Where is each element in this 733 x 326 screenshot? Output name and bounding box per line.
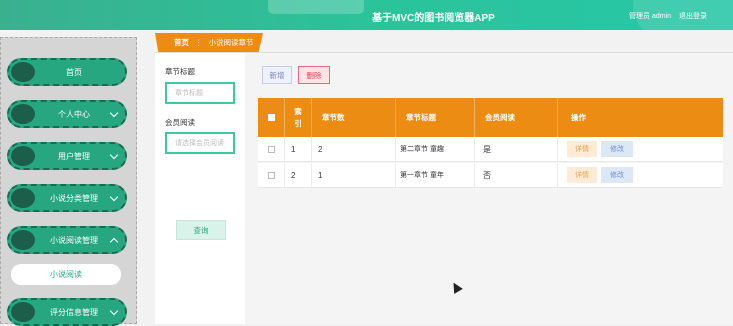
header-actions: 操作 [571,113,586,122]
row-index: 1 [285,137,312,161]
chevron-down-icon [109,150,119,160]
sidebar-item-reading[interactable]: 小说阅读管理 [7,226,127,254]
menu-circle-icon [11,146,35,166]
menu-circle-icon [11,104,35,124]
row-checkbox[interactable] [267,171,275,179]
menu-circle-icon [11,188,35,208]
select-all-checkbox[interactable] [267,114,275,121]
menu-circle-icon [11,302,35,322]
header-member-reading: 会员阅读 [475,98,558,137]
menu-circle-icon [11,62,35,82]
row-actions: 详情 修改 [558,163,723,187]
row-chapter-title: 第二章节 童趣 [396,137,475,161]
chevron-down-icon [109,192,119,202]
sidebar-item-category[interactable]: 小说分类管理 [7,184,127,212]
chapter-title-label: 章节标题 [165,67,195,76]
table-header: 索引 章节数 章节标题 会员阅读 操作 [258,98,723,137]
sidebar-item-home[interactable]: 首页 [7,58,127,86]
breadcrumb-home[interactable]: 首页 [174,37,189,48]
sidebar-item-label: 用户管理 [58,151,90,161]
row-checkbox[interactable] [267,145,275,153]
member-reading-select[interactable]: 请选择会员阅读 [165,132,235,154]
sidebar-item-users[interactable]: 用户管理 [7,142,127,170]
edit-button[interactable]: 修改 [601,141,633,157]
row-chapter-num: 1 [312,163,396,187]
chevron-down-icon [109,306,119,316]
top-bar: 基于MVC的图书阅览器APP 管理员 admin 退出登录 [0,0,733,30]
sidebar-subitem-reading[interactable]: 小说阅读 [11,264,121,285]
sidebar: 首页 个人中心 用户管理 小说分类管理 小说阅读管理 小说阅读 评分信息管理 [0,37,137,326]
logout-link[interactable]: 退出登录 [679,13,707,20]
chapter-title-input[interactable]: 章节标题 [165,82,235,104]
search-panel: 章节标题 章节标题 会员阅读 请选择会员阅读 查询 [155,53,245,324]
header-chapter-num: 章节数 [312,98,396,137]
delete-button[interactable]: 删除 [298,66,330,84]
detail-button[interactable]: 详情 [567,167,597,183]
row-member-reading: 是 [475,137,558,161]
main-content: 新增 删除 索引 章节数 章节标题 会员阅读 操作 1 2 第二章节 童趣 是 … [245,53,733,324]
sidebar-item-label: 小说分类管理 [50,193,98,203]
breadcrumb-separator: ⋮ [195,38,203,47]
edit-button[interactable]: 修改 [601,167,633,183]
add-button[interactable]: 新增 [262,66,292,84]
row-checkbox-cell [258,137,285,161]
row-actions: 详情 修改 [558,137,723,161]
header-index: 索引 [285,98,312,137]
row-member-reading: 否 [475,163,558,187]
sidebar-item-label: 评分信息管理 [50,307,98,317]
sidebar-item-profile[interactable]: 个人中心 [7,100,127,128]
row-index: 2 [285,163,312,187]
query-button[interactable]: 查询 [176,220,226,240]
app-title: 基于MVC的图书阅览器APP [372,13,495,24]
table-row: 1 2 第二章节 童趣 是 详情 修改 [258,137,723,162]
row-chapter-num: 2 [312,137,396,161]
member-reading-label: 会员阅读 [165,118,195,127]
chevron-up-icon [109,237,119,247]
breadcrumb-current: 小说阅读章节 [208,38,254,47]
sidebar-item-label: 首页 [66,67,82,77]
sidebar-item-rating[interactable]: 评分信息管理 [7,298,127,326]
menu-circle-icon [11,230,35,250]
header-chapter-title: 章节标题 [396,98,475,137]
row-chapter-title: 第一章节 童年 [396,163,475,187]
user-role: 管理员 admin [629,13,672,20]
header-checkbox-cell [258,98,285,137]
sidebar-item-label: 小说阅读管理 [50,235,98,245]
top-blur-decoration [268,0,364,14]
table-row: 2 1 第一章节 童年 否 详情 修改 [258,163,723,188]
row-checkbox-cell [258,163,285,187]
chevron-down-icon [109,108,119,118]
sidebar-item-label: 个人中心 [58,109,90,119]
breadcrumb: 首页 ⋮ 小说阅读章节 [155,33,263,52]
detail-button[interactable]: 详情 [567,141,597,157]
user-info: 管理员 admin 退出登录 [623,11,707,21]
